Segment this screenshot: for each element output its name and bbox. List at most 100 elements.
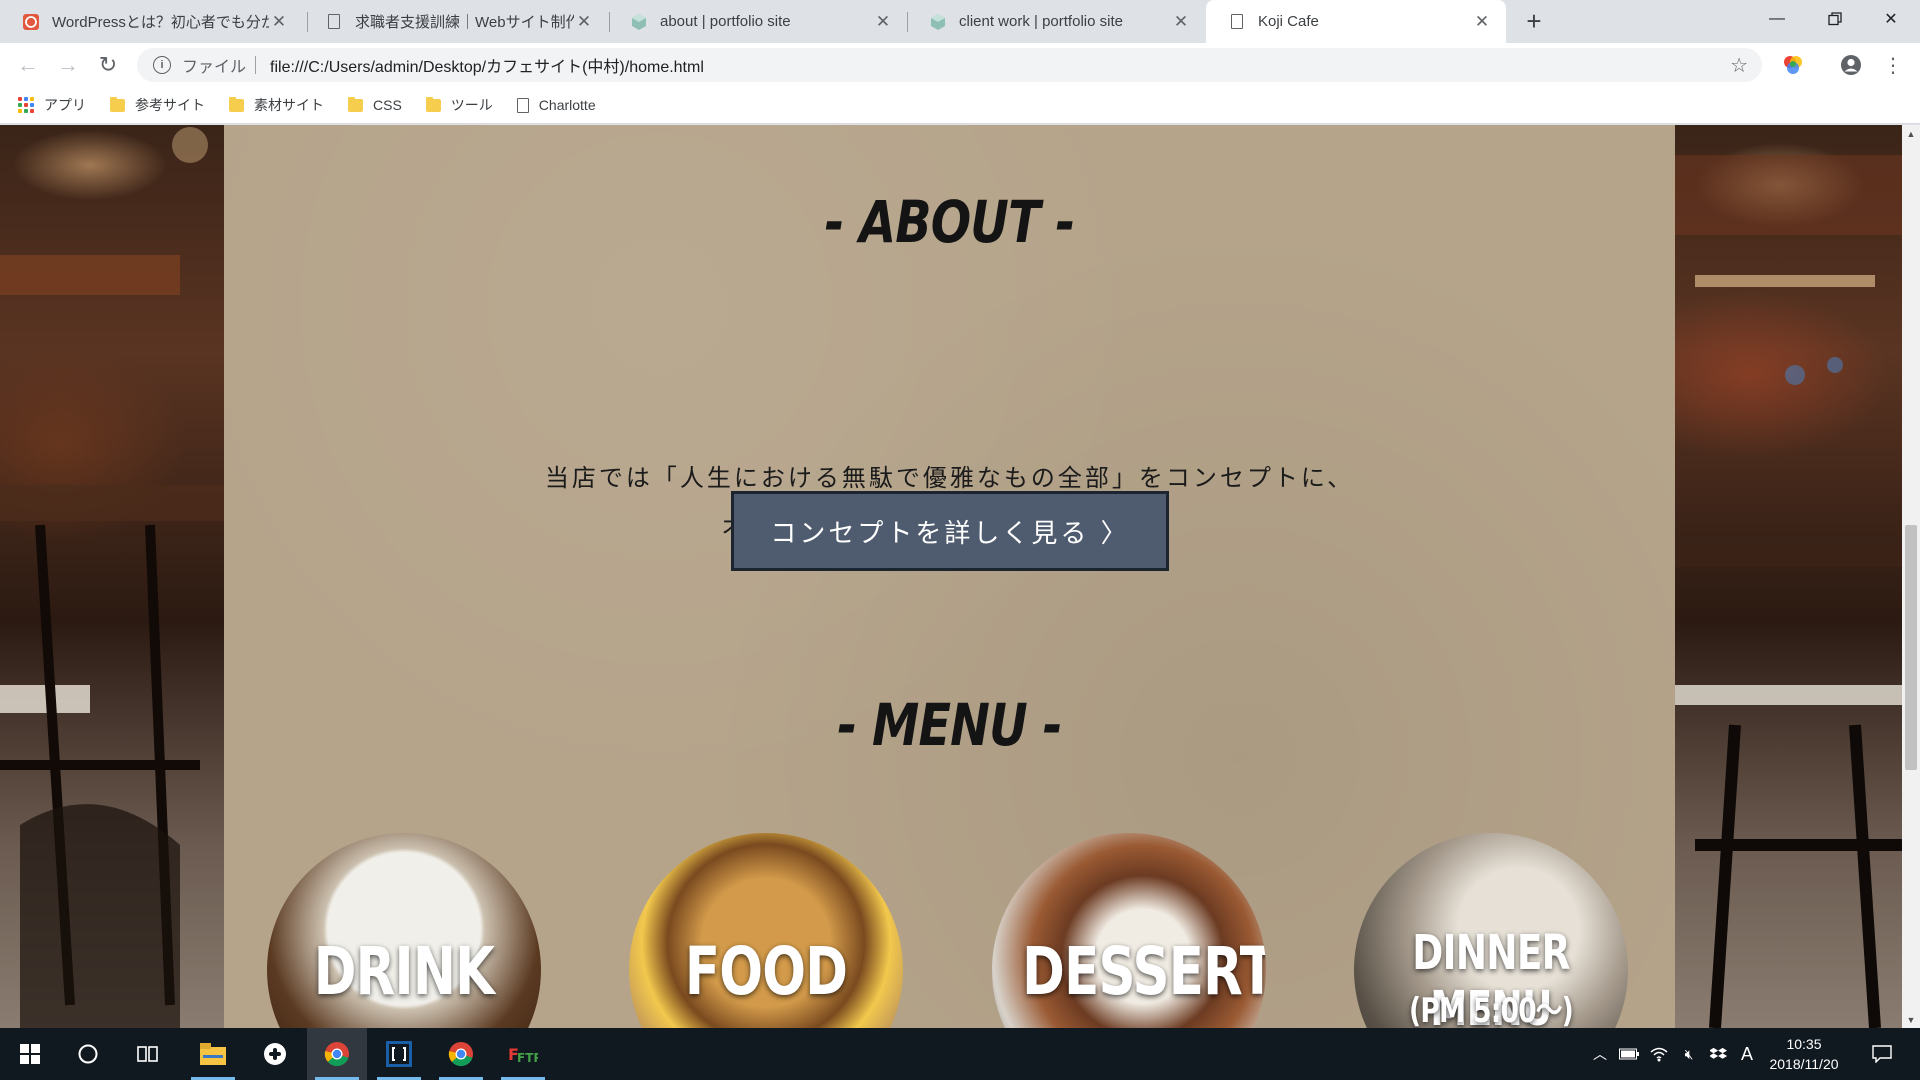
tab-wordpress[interactable]: WordPressとは？初心者でも分かる ✕ xyxy=(0,0,303,43)
taskbar-chrome-second[interactable] xyxy=(431,1028,491,1080)
tab-title: Koji Cafe xyxy=(1258,13,1319,30)
chrome-icon xyxy=(448,1042,473,1067)
info-icon[interactable]: i xyxy=(153,56,171,74)
restore-icon xyxy=(1828,12,1842,26)
scroll-up-arrow-icon[interactable]: ▲ xyxy=(1902,125,1920,142)
tab-about-portfolio[interactable]: about | portfolio site ✕ xyxy=(608,0,907,43)
close-window-button[interactable]: ✕ xyxy=(1862,0,1920,38)
bookmark-label: アプリ xyxy=(44,97,86,113)
page-icon xyxy=(516,97,529,113)
address-bar[interactable]: i ファイル file:///C:/Users/admin/Desktop/カフ… xyxy=(137,48,1762,82)
bookmark-label: Charlotte xyxy=(538,97,596,113)
concept-details-button[interactable]: コンセプトを詳しく見る 〉 xyxy=(731,491,1169,571)
tab-koji-cafe[interactable]: Koji Cafe ✕ xyxy=(1206,0,1506,43)
wifi-icon[interactable] xyxy=(1645,1028,1673,1080)
ffftp-icon: FFTP xyxy=(508,1045,538,1065)
battery-icon[interactable] xyxy=(1615,1028,1643,1080)
bookmark-charlotte[interactable]: Charlotte xyxy=(516,97,596,113)
cafe-background-photo-right xyxy=(1675,125,1902,1028)
bookmarks-bar: アプリ 参考サイト 素材サイト CSS ツール Charlotte xyxy=(0,87,1920,124)
restore-button[interactable] xyxy=(1806,0,1864,38)
bookmark-label: ツール xyxy=(450,97,493,113)
windows-taskbar: F FTP ︿ 🔇︎ A 10:35 2018/11/20 xyxy=(0,1028,1920,1080)
close-tab-icon[interactable]: ✕ xyxy=(574,12,594,32)
scroll-down-arrow-icon[interactable]: ▼ xyxy=(1902,1011,1920,1028)
close-tab-icon[interactable]: ✕ xyxy=(269,12,289,32)
content-panel: - ABOUT - 当店では「人生における無駄で優雅なもの全部」をコンセプトに、… xyxy=(224,125,1675,1028)
taskbar-slack[interactable] xyxy=(245,1028,305,1080)
new-tab-button[interactable]: + xyxy=(1517,4,1551,38)
vertical-scrollbar[interactable]: ▲ ▼ xyxy=(1902,125,1920,1028)
taskbar-brackets[interactable] xyxy=(369,1028,429,1080)
menu-item-drink[interactable]: DRINK xyxy=(267,833,541,1028)
browser-toolbar: ← → ↻ i ファイル file:///C:/Users/admin/Desk… xyxy=(0,43,1920,87)
volume-muted-icon[interactable]: 🔇︎ xyxy=(1675,1028,1703,1080)
minimize-button[interactable]: — xyxy=(1748,0,1806,38)
bookmark-star-icon[interactable]: ☆ xyxy=(1730,53,1748,78)
tab-title: 求職者支援訓練｜Webサイト制作 xyxy=(355,14,574,31)
url-text[interactable]: file:///C:/Users/admin/Desktop/カフェサイト(中村… xyxy=(270,53,704,77)
folder-icon xyxy=(110,96,125,112)
forward-button[interactable]: → xyxy=(53,50,83,80)
close-tab-icon[interactable]: ✕ xyxy=(873,12,893,32)
tab-title: client work | portfolio site xyxy=(959,13,1123,30)
menu-item-sublabel: (PM 5:00〜) xyxy=(1409,991,1574,1028)
omnibox-divider xyxy=(255,56,257,74)
chrome-icon xyxy=(324,1042,349,1067)
start-button[interactable] xyxy=(0,1028,60,1080)
bookmark-label: 参考サイト xyxy=(135,97,205,113)
reload-button[interactable]: ↻ xyxy=(93,50,123,80)
cube-favicon-icon xyxy=(929,13,947,31)
file-explorer-icon xyxy=(200,1043,226,1065)
document-favicon-icon xyxy=(1228,13,1246,31)
folder-icon xyxy=(348,96,363,112)
tab-title: WordPressとは？初心者でも分かる xyxy=(52,14,269,31)
tab-client-work[interactable]: client work | portfolio site ✕ xyxy=(907,0,1205,43)
scrollbar-thumb[interactable] xyxy=(1905,525,1917,770)
taskbar-ftp-client[interactable]: F FTP xyxy=(493,1028,553,1080)
cafe-background-photo-left xyxy=(0,125,224,1028)
bookmark-folder-reference[interactable]: 参考サイト xyxy=(110,95,205,115)
dropbox-icon[interactable] xyxy=(1705,1028,1733,1080)
bookmark-folder-materials[interactable]: 素材サイト xyxy=(229,95,324,115)
close-tab-icon[interactable]: ✕ xyxy=(1472,12,1492,32)
profile-icon[interactable] xyxy=(1838,52,1864,78)
clock-time: 10:35 xyxy=(1786,1036,1822,1052)
brackets-icon xyxy=(386,1041,412,1067)
about-heading: - ABOUT - xyxy=(824,188,1076,256)
wordpress-favicon-icon xyxy=(22,13,40,31)
tab-strip: WordPressとは？初心者でも分かる ✕ 求職者支援訓練｜Webサイト制作 … xyxy=(0,0,1920,43)
scheme-label: ファイル xyxy=(182,59,247,76)
menu-item-label: DRINK xyxy=(313,933,495,1010)
page-viewport: - ABOUT - 当店では「人生における無駄で優雅なもの全部」をコンセプトに、… xyxy=(0,125,1902,1028)
menu-item-dinner[interactable]: DINNER MENU (PM 5:00〜) xyxy=(1354,833,1628,1028)
close-tab-icon[interactable]: ✕ xyxy=(1171,12,1191,32)
clock-date: 2018/11/20 xyxy=(1769,1056,1839,1072)
document-favicon-icon xyxy=(325,13,343,31)
taskbar-chrome-active[interactable] xyxy=(307,1028,367,1080)
menu-heading: - MENU - xyxy=(837,691,1062,759)
action-center-icon[interactable] xyxy=(1862,1028,1902,1080)
bookmark-folder-tools[interactable]: ツール xyxy=(425,95,493,115)
tab-title: about | portfolio site xyxy=(660,13,791,30)
back-button[interactable]: ← xyxy=(13,50,43,80)
apps-icon xyxy=(18,97,34,113)
bookmark-label: 素材サイト xyxy=(254,97,324,113)
taskbar-file-explorer[interactable] xyxy=(183,1028,243,1080)
menu-item-dessert[interactable]: DESSERT xyxy=(992,833,1266,1028)
show-hidden-icons-chevron-icon[interactable]: ︿ xyxy=(1587,1028,1613,1080)
menu-item-label: DESSERT xyxy=(1022,933,1266,1010)
bookmark-label: CSS xyxy=(373,97,402,113)
tab-kyushokusha[interactable]: 求職者支援訓練｜Webサイト制作 ✕ xyxy=(303,0,608,43)
system-clock[interactable]: 10:35 2018/11/20 xyxy=(1756,1034,1852,1074)
task-view-icon xyxy=(137,1046,158,1062)
bookmark-folder-css[interactable]: CSS xyxy=(348,96,402,113)
menu-kebab-icon[interactable]: ⋮ xyxy=(1880,52,1906,78)
search-button[interactable] xyxy=(58,1028,118,1080)
color-extension-icon[interactable] xyxy=(1780,52,1806,78)
folder-icon xyxy=(229,96,244,112)
task-view-button[interactable] xyxy=(118,1028,178,1080)
menu-item-food[interactable]: FOOD xyxy=(629,833,903,1028)
bookmark-apps[interactable]: アプリ xyxy=(18,95,86,115)
search-circle-icon xyxy=(78,1044,98,1064)
